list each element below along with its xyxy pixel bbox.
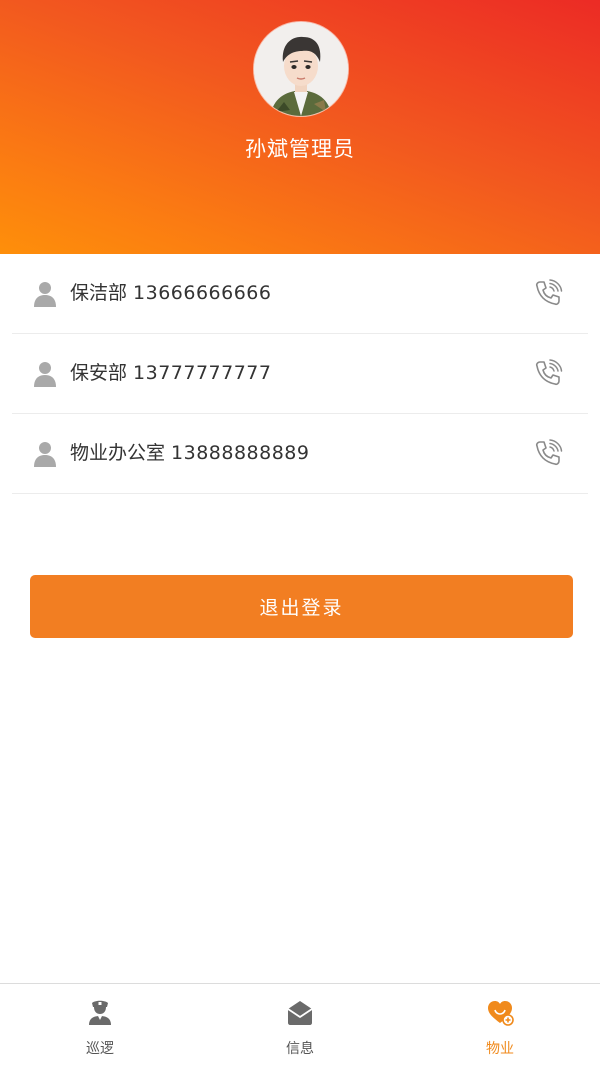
contact-list: 保洁部 13666666666 保安部 13777777777 物业办公室 13… bbox=[0, 254, 600, 494]
phone-number: 13666666666 bbox=[133, 282, 272, 304]
tab-label: 信息 bbox=[286, 1041, 314, 1057]
bottom-tab-bar: 巡逻 信息 物业 bbox=[0, 983, 600, 1068]
contact-row-property-office[interactable]: 物业办公室 13888888889 bbox=[12, 414, 588, 494]
tab-label: 巡逻 bbox=[86, 1041, 114, 1057]
department-label: 保安部 bbox=[70, 362, 128, 384]
department-label: 保洁部 bbox=[70, 282, 128, 304]
tab-patrol[interactable]: 巡逻 bbox=[0, 984, 200, 1068]
department-label: 物业办公室 bbox=[70, 442, 166, 464]
contact-row-security[interactable]: 保安部 13777777777 bbox=[12, 334, 588, 414]
envelope-icon bbox=[287, 1001, 313, 1025]
admin-name: 孙斌管理员 bbox=[245, 137, 355, 161]
logout-button[interactable]: 退出登录 bbox=[30, 575, 573, 638]
person-icon bbox=[34, 282, 56, 307]
property-heart-icon bbox=[488, 1001, 514, 1026]
contact-info: 保洁部 13666666666 bbox=[70, 279, 272, 307]
tab-label: 物业 bbox=[486, 1041, 514, 1057]
contact-info: 保安部 13777777777 bbox=[70, 359, 272, 387]
tab-property[interactable]: 物业 bbox=[400, 984, 600, 1068]
phone-call-icon[interactable] bbox=[533, 278, 563, 308]
phone-call-icon[interactable] bbox=[533, 358, 563, 388]
person-icon bbox=[34, 442, 56, 467]
contact-info: 物业办公室 13888888889 bbox=[70, 439, 310, 467]
tab-messages[interactable]: 信息 bbox=[200, 984, 400, 1068]
person-icon bbox=[34, 362, 56, 387]
phone-call-icon[interactable] bbox=[533, 438, 563, 468]
avatar[interactable] bbox=[254, 22, 348, 116]
contact-row-cleaning[interactable]: 保洁部 13666666666 bbox=[12, 254, 588, 334]
avatar-illustration bbox=[254, 22, 348, 116]
phone-number: 13888888889 bbox=[171, 442, 310, 464]
profile-header: 孙斌管理员 bbox=[0, 0, 600, 254]
patrol-officer-icon bbox=[89, 1000, 111, 1025]
phone-number: 13777777777 bbox=[133, 362, 272, 384]
